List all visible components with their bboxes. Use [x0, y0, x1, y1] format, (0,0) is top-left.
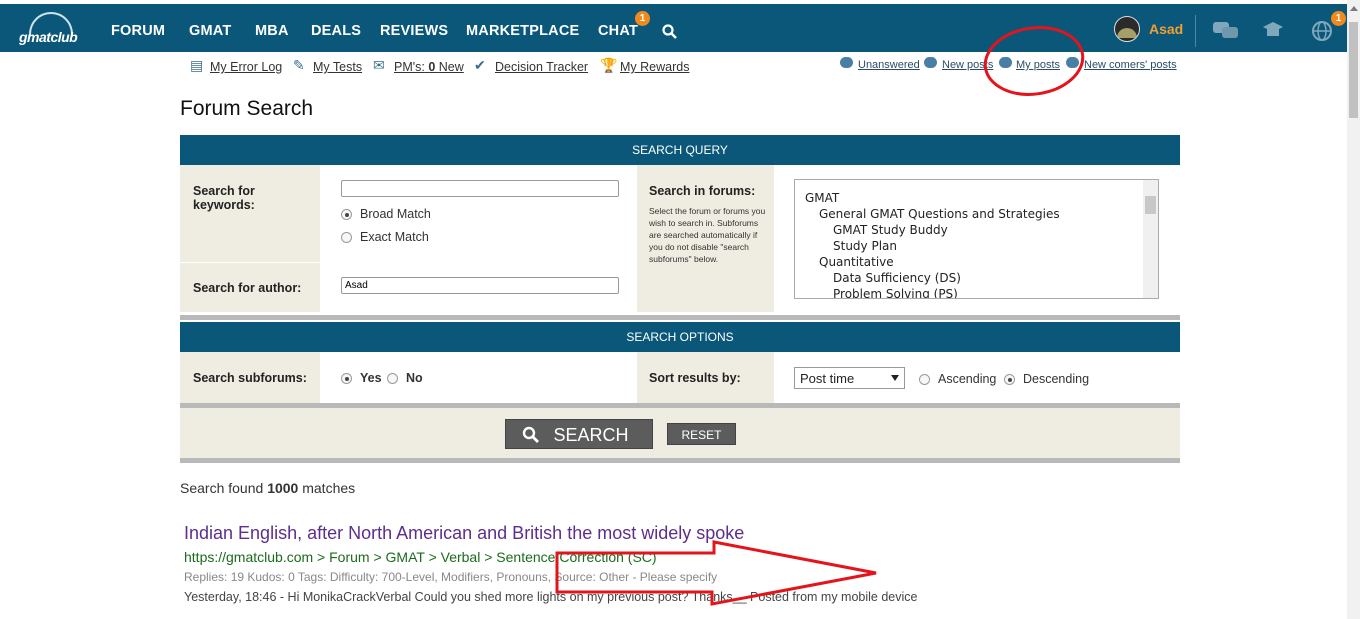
red-circle-annotation	[983, 26, 1085, 96]
red-arrow-annotation	[555, 540, 877, 606]
annotation-layer	[555, 26, 1085, 606]
